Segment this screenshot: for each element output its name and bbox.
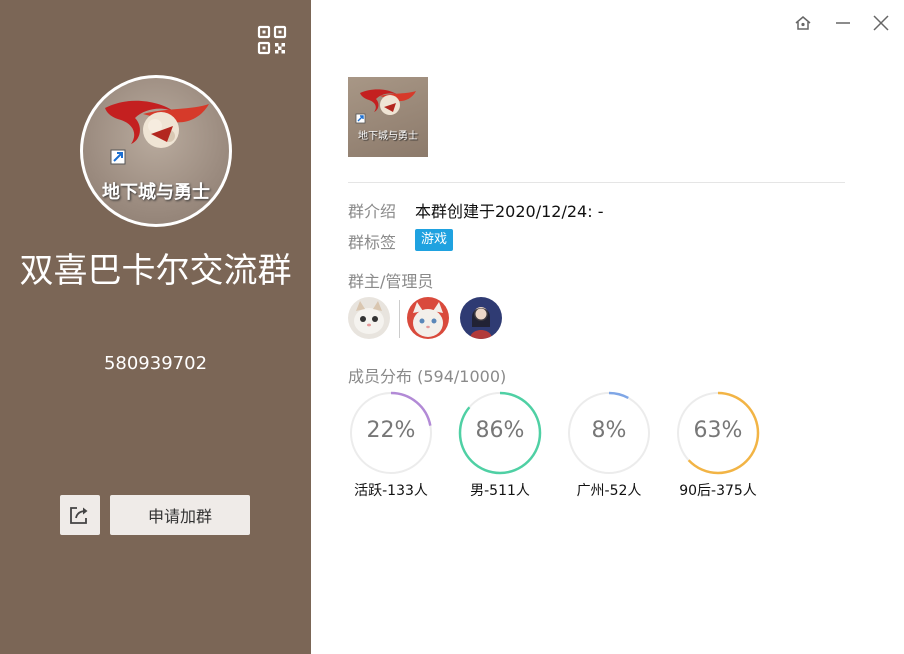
stat-caption: 90后-375人 bbox=[679, 483, 757, 499]
admins-label: 群主/管理员 bbox=[348, 272, 434, 291]
stat-location: 8% 广州-52人 bbox=[566, 390, 652, 500]
pin-icon[interactable] bbox=[792, 12, 814, 34]
group-id: 580939702 bbox=[103, 353, 208, 374]
intro-value: 本群创建于2020/12/24: - bbox=[415, 202, 604, 221]
avatar-caption: 地下城与勇士 bbox=[102, 182, 210, 203]
stat-male: 86% 男-511人 bbox=[457, 390, 543, 500]
group-thumbnail[interactable]: 地下城与勇士 bbox=[348, 77, 428, 157]
section-divider bbox=[348, 182, 845, 183]
join-group-button[interactable]: 申请加群 bbox=[110, 495, 250, 535]
group-tag[interactable]: 游戏 bbox=[415, 229, 454, 251]
share-button[interactable] bbox=[60, 495, 100, 535]
members-label: 成员分布 (594/1000) bbox=[348, 363, 506, 387]
stat-percent: 86% bbox=[475, 418, 525, 443]
group-name: 双喜巴卡尔交流群 bbox=[19, 251, 292, 291]
stat-percent: 22% bbox=[366, 418, 416, 443]
stat-active: 22% 活跃-133人 bbox=[348, 390, 434, 500]
group-avatar[interactable]: 地下城与勇士 bbox=[80, 75, 232, 227]
game-logo-icon bbox=[355, 89, 416, 124]
owner-avatar[interactable] bbox=[348, 297, 390, 339]
intro-label: 群介绍 bbox=[348, 202, 397, 221]
stat-percent: 63% bbox=[693, 418, 743, 443]
admin-avatar[interactable] bbox=[407, 297, 449, 339]
stat-caption: 广州-52人 bbox=[576, 483, 642, 499]
admin-separator bbox=[399, 300, 400, 338]
stat-age: 63% 90后-375人 bbox=[675, 390, 761, 500]
admin-avatar[interactable] bbox=[460, 297, 502, 339]
members-count: (594/1000) bbox=[417, 367, 507, 386]
minimize-icon[interactable] bbox=[832, 12, 854, 34]
close-icon[interactable] bbox=[870, 12, 892, 34]
stat-caption: 活跃-133人 bbox=[354, 483, 428, 499]
share-icon bbox=[70, 507, 88, 524]
qrcode-icon[interactable] bbox=[257, 25, 287, 55]
members-title: 成员分布 bbox=[348, 367, 413, 386]
thumb-caption: 地下城与勇士 bbox=[358, 131, 418, 142]
stat-percent: 8% bbox=[591, 418, 627, 443]
group-profile-panel: 地下城与勇士 双喜巴卡尔交流群 580939702 申请加群 bbox=[0, 0, 311, 654]
tag-label: 群标签 bbox=[348, 233, 397, 252]
stat-caption: 男-511人 bbox=[470, 483, 530, 499]
